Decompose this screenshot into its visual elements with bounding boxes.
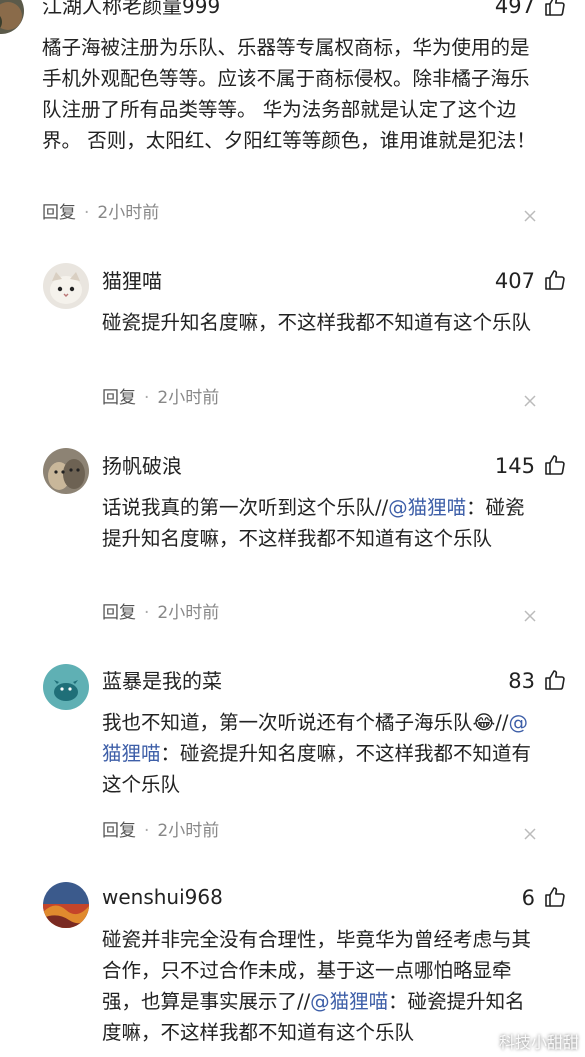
timestamp: 2小时前 [157,821,220,841]
like-count: 497 [494,0,535,18]
like-count: 407 [494,269,535,293]
close-icon[interactable] [523,393,537,407]
watermark: 科技小甜甜 [498,1033,579,1052]
avatar[interactable] [43,263,89,309]
comment-text: 话说我真的第一次听到这个乐队//@猫狸喵：碰瓷提升知名度嘛，不这样我都不知道有这… [102,492,542,554]
like-count: 6 [521,886,535,910]
close-icon[interactable] [523,826,537,840]
quoted-text: ：碰瓷提升知名度嘛，不这样我都不知道有这个乐队 [102,742,532,796]
thumbs-up-icon[interactable] [543,268,567,292]
mention-link[interactable]: @猫狸喵 [310,990,388,1013]
username[interactable]: 猫狸喵 [102,269,162,293]
avatar[interactable] [43,882,89,928]
comment-meta: 回复 · 2小时前 [102,388,220,408]
avatar[interactable] [43,448,89,494]
thumbs-up-icon[interactable] [543,0,567,18]
comment-text-main: 话说我真的第一次听到这个乐队// [102,496,389,519]
reply-button[interactable]: 回复 [102,603,136,623]
mention-link[interactable]: @猫狸喵 [388,496,466,519]
thumbs-up-icon[interactable] [543,885,567,909]
comment-text: 橘子海被注册为乐队、乐器等专属权商标，华为使用的是手机外观配色等等。应该不属于商… [42,36,536,152]
thumbs-up-icon[interactable] [543,453,567,477]
username[interactable]: 蓝暴是我的菜 [102,669,222,693]
timestamp: 2小时前 [97,203,160,223]
avatar[interactable] [43,664,89,710]
comment-text: 碰瓷提升知名度嘛，不这样我都不知道有这个乐队 [102,311,532,334]
reply-button[interactable]: 回复 [102,821,136,841]
comment-text: 碰瓷并非完全没有合理性，毕竟华为曾经考虑与其合作，只不过合作未成，基于这一点哪怕… [102,924,542,1048]
reply-button[interactable]: 回复 [42,203,76,223]
timestamp: 2小时前 [157,388,220,408]
comment-meta: 回复 · 2小时前 [42,203,160,223]
comment-text: 我也不知道，第一次听说还有个橘子海乐队😂//@猫狸喵：碰瓷提升知名度嘛，不这样我… [102,707,542,800]
reply-button[interactable]: 回复 [102,388,136,408]
username[interactable]: wenshui968 [102,885,223,909]
like-count: 145 [494,454,535,478]
thumbs-up-icon[interactable] [543,668,567,692]
timestamp: 2小时前 [157,603,220,623]
close-icon[interactable] [523,208,537,222]
username[interactable]: 扬帆破浪 [102,454,182,478]
comment-text-main: 我也不知道，第一次听说还有个橘子海乐队😂// [102,711,509,734]
comment-meta: 回复 · 2小时前 [102,603,220,623]
comment-meta: 回复 · 2小时前 [102,821,220,841]
username[interactable]: 江湖人称老颜量999 [42,0,220,18]
like-count: 83 [508,669,535,693]
close-icon[interactable] [523,608,537,622]
avatar[interactable] [0,0,24,34]
